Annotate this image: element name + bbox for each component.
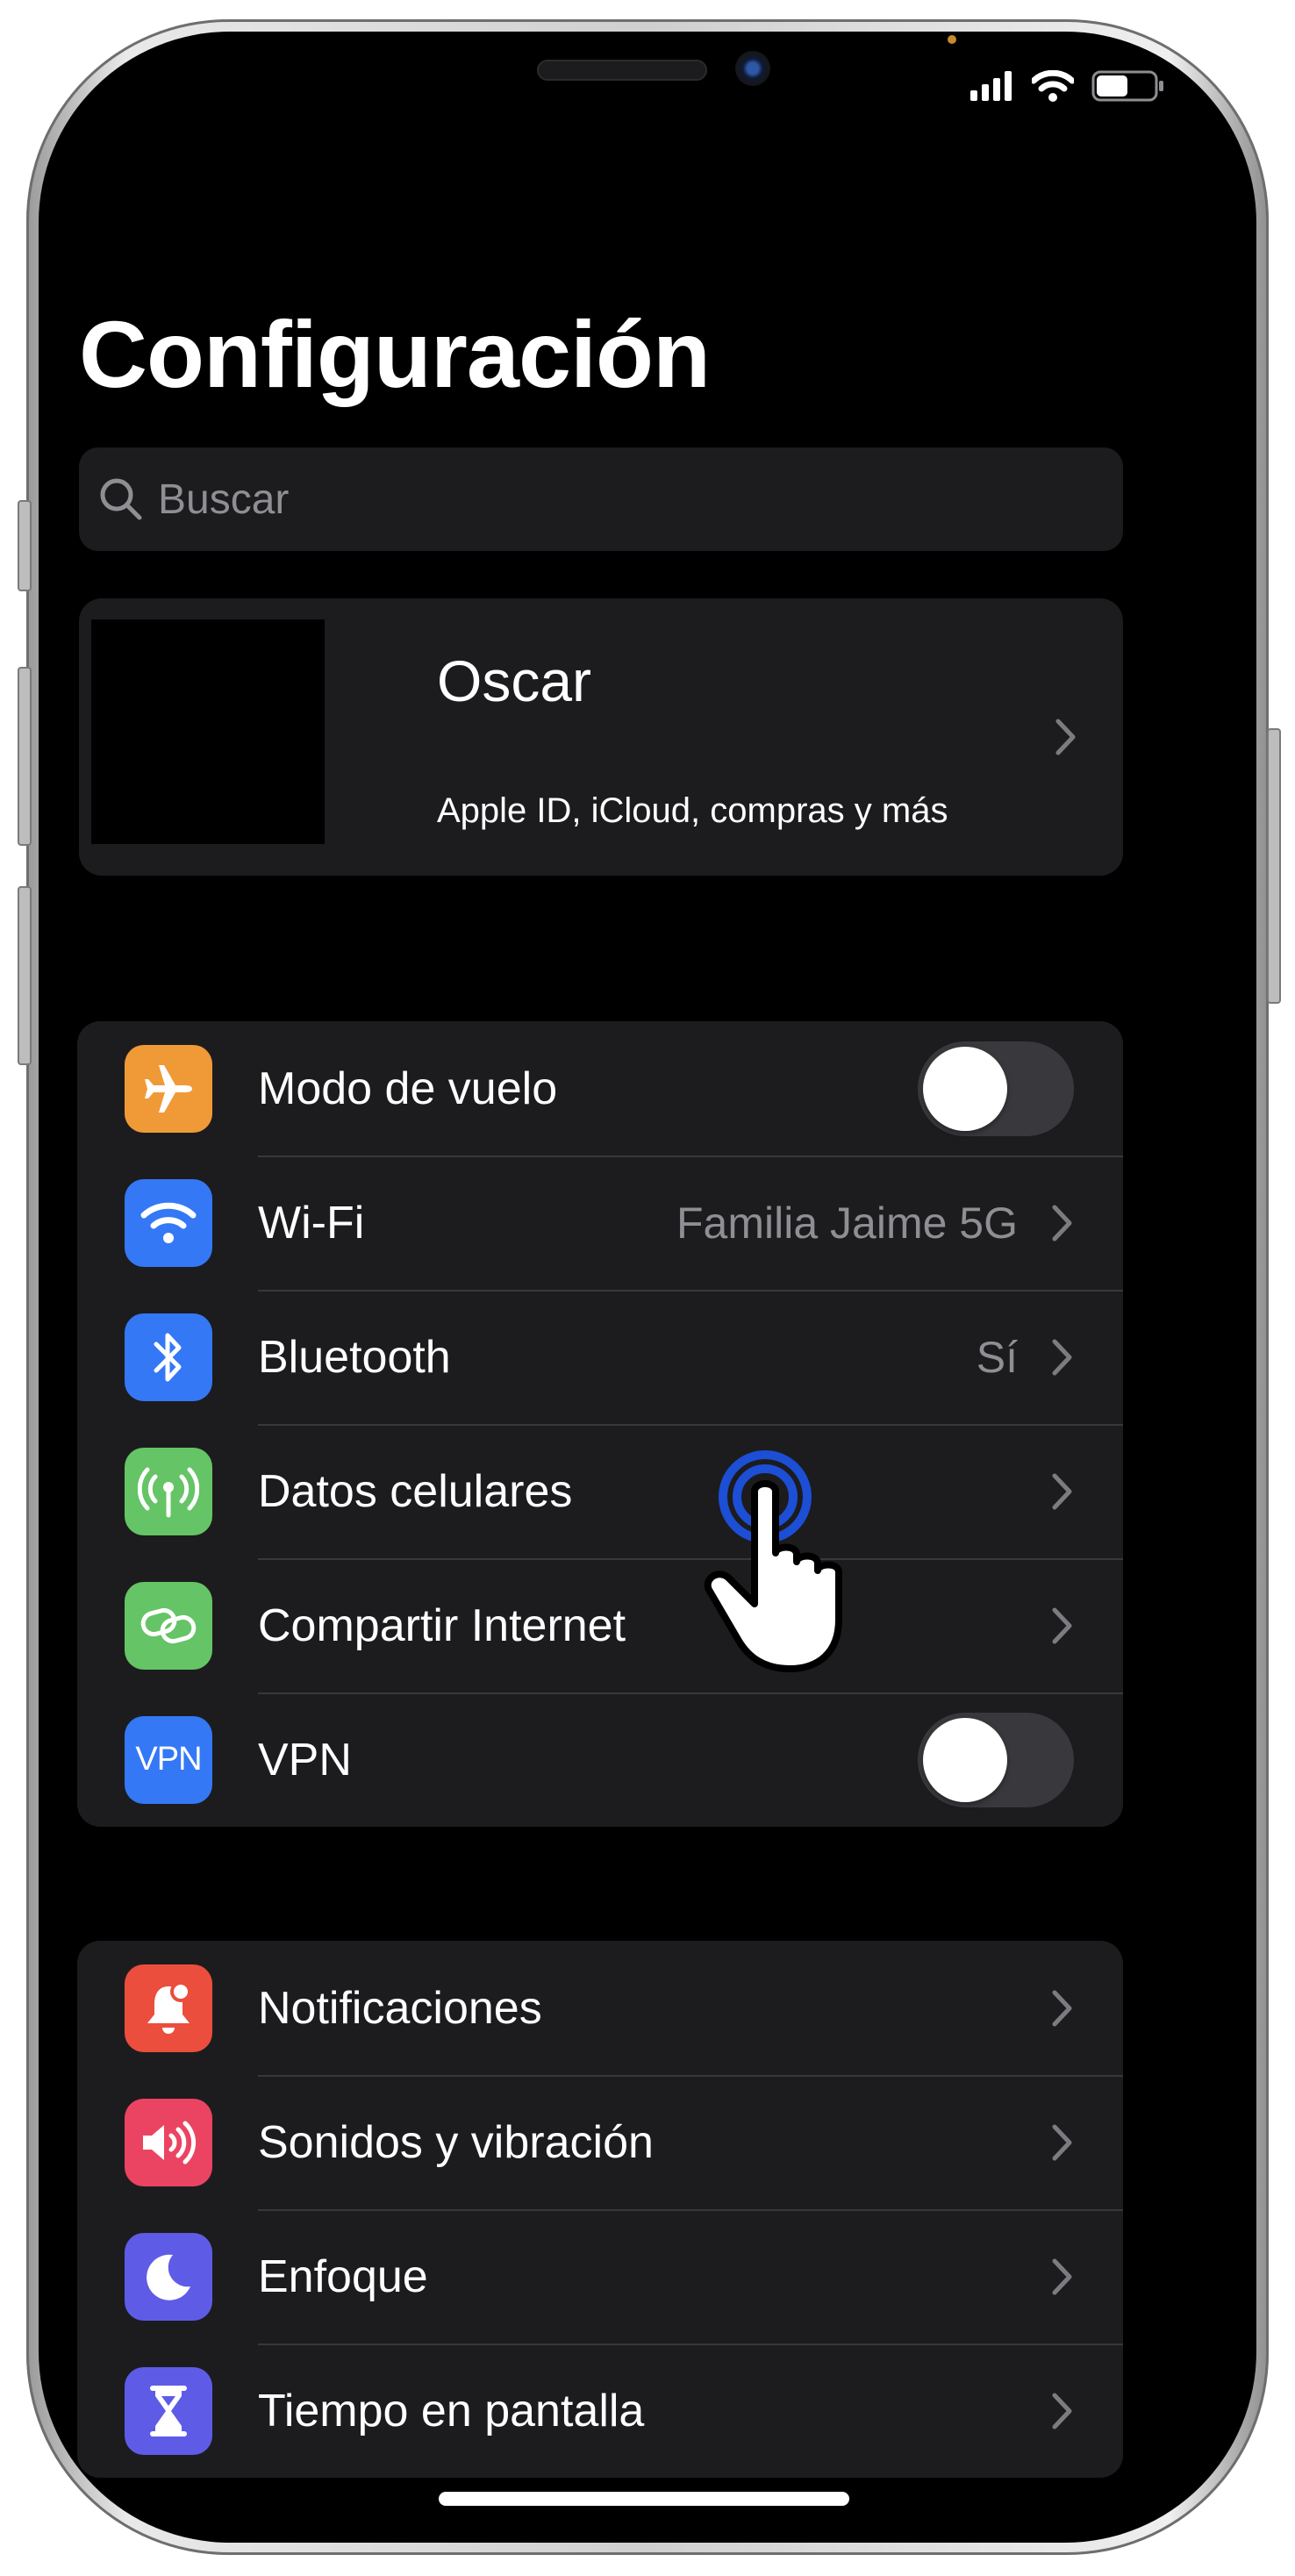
power-button <box>1267 728 1281 1004</box>
chevron-right-icon <box>1052 1473 1072 1509</box>
profile-name: Oscar <box>437 648 592 713</box>
chevron-right-icon <box>1052 1205 1072 1241</box>
row-label: VPN <box>258 1734 352 1785</box>
search-input[interactable] <box>156 474 1037 525</box>
row-label: Tiempo en pantalla <box>258 2385 645 2436</box>
chevron-right-icon <box>1052 2393 1072 2429</box>
settings-row-cellular-data[interactable]: Datos celulares <box>77 1424 1123 1558</box>
settings-row-wifi[interactable]: Wi-Fi Familia Jaime 5G <box>77 1156 1123 1290</box>
wifi-icon <box>125 1178 212 1267</box>
row-label: Notificaciones <box>258 1982 542 2034</box>
volume-down-button <box>18 886 32 1065</box>
home-indicator[interactable] <box>439 2492 849 2506</box>
vpn-toggle[interactable] <box>918 1712 1074 1807</box>
airplane-mode-toggle[interactable] <box>918 1041 1074 1136</box>
mute-switch <box>18 500 32 591</box>
avatar <box>91 619 325 844</box>
general-settings-group: Notificaciones Sonidos y vibración Enfoq… <box>77 1941 1123 2478</box>
tap-hand-pointer-icon <box>704 1450 842 1672</box>
row-label: Modo de vuelo <box>258 1063 558 1114</box>
wifi-status-icon <box>1032 70 1074 102</box>
settings-row-airplane-mode[interactable]: Modo de vuelo <box>77 1021 1123 1156</box>
page-title: Configuración <box>79 301 711 407</box>
moon-icon <box>125 2232 212 2321</box>
settings-row-bluetooth[interactable]: Bluetooth Sí <box>77 1290 1123 1424</box>
earpiece-speaker <box>537 60 707 81</box>
chevron-right-icon <box>1052 1990 1072 2026</box>
bell-icon <box>125 1964 212 2052</box>
front-camera-icon <box>735 51 770 86</box>
hourglass-icon <box>125 2366 212 2455</box>
chevron-right-icon <box>1052 1607 1072 1643</box>
row-label: Sonidos y vibración <box>258 2116 654 2168</box>
settings-row-notifications[interactable]: Notificaciones <box>77 1941 1123 2075</box>
chain-link-icon <box>125 1581 212 1670</box>
vpn-icon: VPN <box>125 1715 212 1804</box>
row-label: Compartir Internet <box>258 1599 626 1651</box>
antenna-icon <box>125 1447 212 1535</box>
row-label: Wi-Fi <box>258 1197 365 1249</box>
wifi-network-name: Familia Jaime 5G <box>676 1198 1018 1248</box>
bluetooth-status: Sí <box>976 1332 1018 1382</box>
apple-id-profile-card[interactable]: Oscar Apple ID, iCloud, compras y más <box>79 598 1123 876</box>
search-icon <box>100 478 142 520</box>
chevron-right-icon <box>1052 1339 1072 1375</box>
connectivity-settings-group: Modo de vuelo Wi-Fi Familia Jaime 5G Blu… <box>77 1021 1123 1827</box>
chevron-right-icon <box>1052 2258 1072 2294</box>
search-bar[interactable] <box>79 447 1123 551</box>
battery-icon <box>1091 70 1163 102</box>
volume-up-button <box>18 667 32 846</box>
profile-subtitle: Apple ID, iCloud, compras y más <box>437 791 948 830</box>
toggle-knob <box>923 1717 1007 1802</box>
settings-row-focus[interactable]: Enfoque <box>77 2209 1123 2343</box>
chevron-right-icon <box>1055 719 1076 755</box>
settings-row-personal-hotspot[interactable]: Compartir Internet <box>77 1558 1123 1692</box>
chevron-right-icon <box>1052 2124 1072 2160</box>
airplane-icon <box>125 1044 212 1133</box>
vpn-icon-text: VPN <box>135 1741 202 1778</box>
camera-indicator-dot <box>948 35 956 44</box>
bluetooth-icon <box>125 1313 212 1401</box>
settings-row-screen-time[interactable]: Tiempo en pantalla <box>77 2343 1123 2478</box>
row-label: Bluetooth <box>258 1331 451 1383</box>
status-bar <box>970 68 1165 104</box>
toggle-knob <box>923 1046 1007 1131</box>
row-label: Enfoque <box>258 2250 428 2302</box>
settings-row-sounds[interactable]: Sonidos y vibración <box>77 2075 1123 2209</box>
cellular-signal-icon <box>970 71 1012 101</box>
speaker-icon <box>125 2098 212 2186</box>
row-label: Datos celulares <box>258 1465 573 1517</box>
settings-row-vpn[interactable]: VPN VPN <box>77 1692 1123 1827</box>
